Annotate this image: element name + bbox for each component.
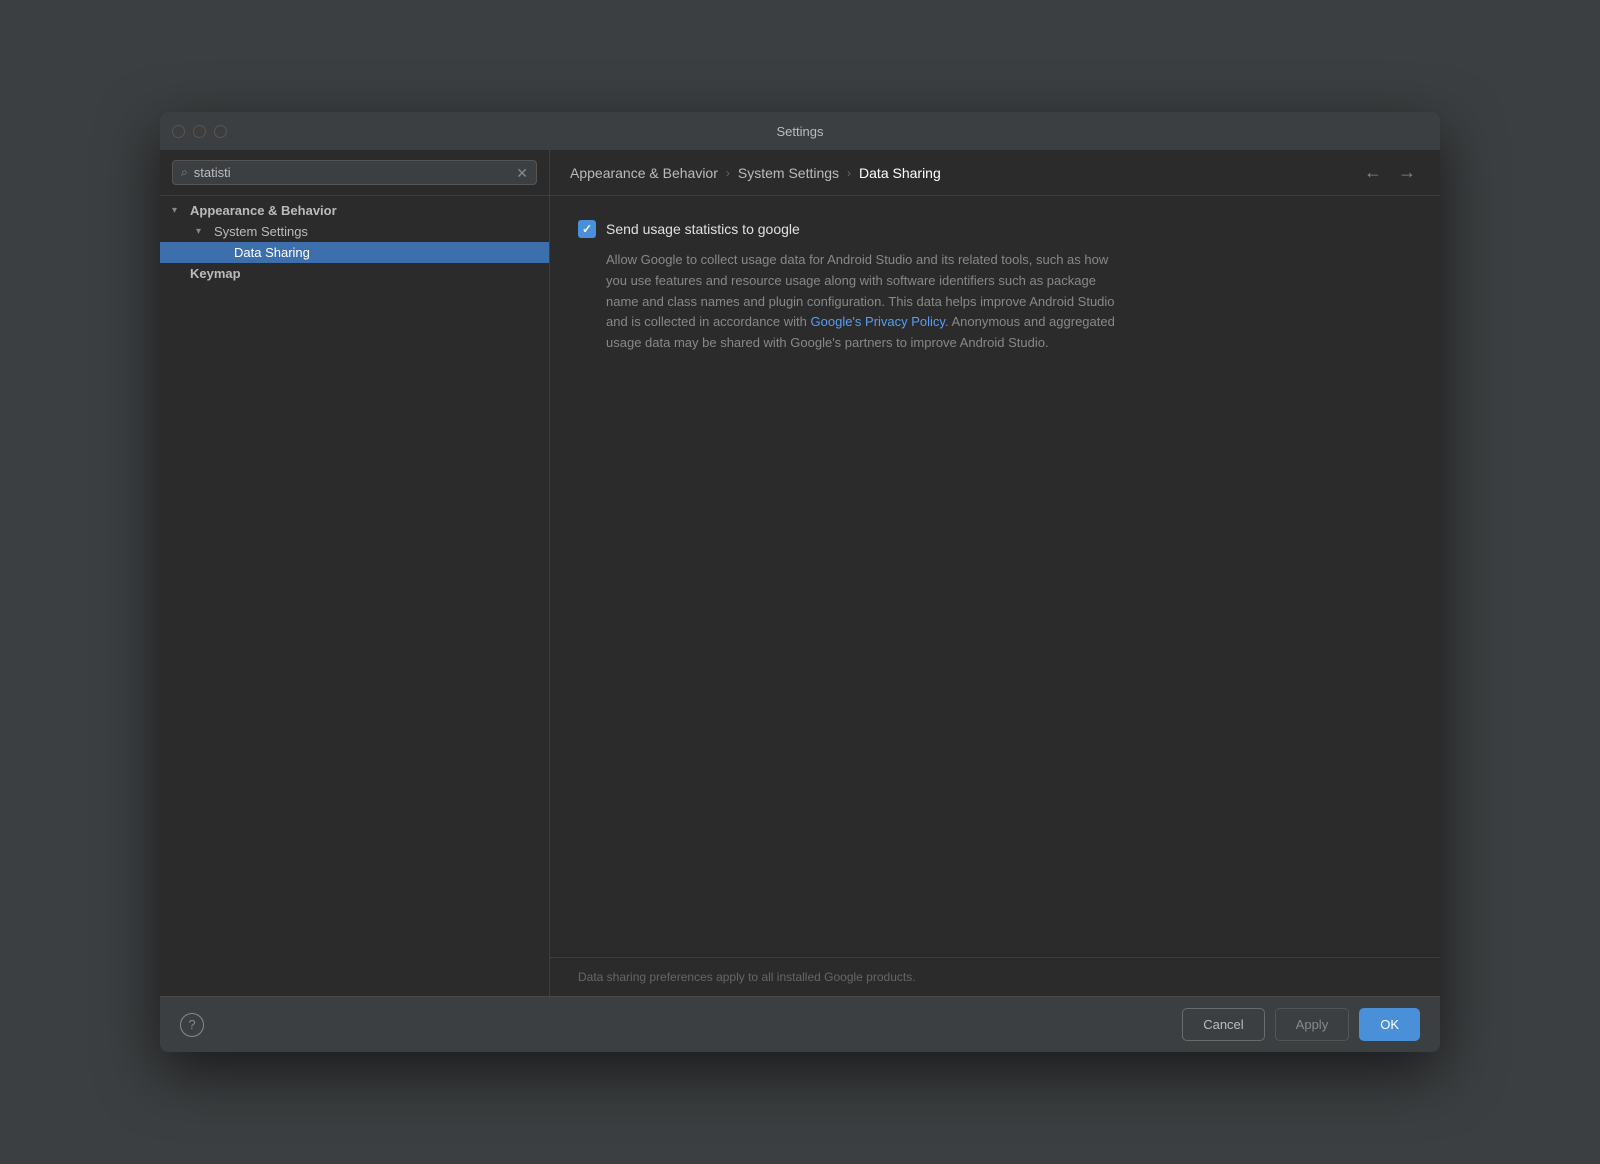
sidebar-item-label: Keymap — [190, 266, 241, 281]
sidebar-item-appearance-behavior[interactable]: ▾ Appearance & Behavior — [160, 200, 549, 221]
arrow-spacer: ▸ — [172, 268, 186, 279]
settings-dialog: Settings ⌕ ✕ ▾ Appearance & Behavior — [160, 112, 1440, 1052]
ok-button[interactable]: OK — [1359, 1008, 1420, 1041]
breadcrumb-item-appearance[interactable]: Appearance & Behavior — [570, 165, 718, 181]
maximize-button[interactable] — [214, 125, 227, 138]
sidebar-item-keymap[interactable]: ▸ Keymap — [160, 263, 549, 284]
title-bar: Settings — [160, 112, 1440, 150]
usage-statistics-row: ✓ Send usage statistics to google — [578, 220, 1412, 238]
breadcrumb: Appearance & Behavior › System Settings … — [570, 165, 941, 181]
sidebar-item-system-settings[interactable]: ▾ System Settings — [160, 221, 549, 242]
breadcrumb-item-system[interactable]: System Settings — [738, 165, 839, 181]
search-input[interactable] — [194, 165, 511, 180]
sidebar-item-data-sharing[interactable]: ▸ Data Sharing — [160, 242, 549, 263]
bottom-bar: ? Cancel Apply OK — [160, 996, 1440, 1052]
usage-statistics-checkbox[interactable]: ✓ — [578, 220, 596, 238]
footer-note-text: Data sharing preferences apply to all in… — [578, 970, 916, 984]
breadcrumb-back-button[interactable]: ← — [1360, 162, 1386, 183]
footer-note: Data sharing preferences apply to all in… — [550, 957, 1440, 996]
sidebar-item-label: Data Sharing — [234, 245, 310, 260]
help-button[interactable]: ? — [180, 1013, 204, 1037]
close-button[interactable] — [172, 125, 185, 138]
window-title: Settings — [777, 124, 824, 139]
privacy-policy-link[interactable]: Google's Privacy Policy — [811, 314, 945, 329]
breadcrumb-separator: › — [726, 166, 730, 180]
action-buttons: Cancel Apply OK — [1182, 1008, 1420, 1041]
sidebar-item-label: Appearance & Behavior — [190, 203, 337, 218]
sidebar: ⌕ ✕ ▾ Appearance & Behavior ▾ System Set… — [160, 150, 550, 996]
content-area: ⌕ ✕ ▾ Appearance & Behavior ▾ System Set… — [160, 150, 1440, 996]
breadcrumb-item-data-sharing: Data Sharing — [859, 165, 941, 181]
search-icon: ⌕ — [181, 165, 188, 180]
cancel-button[interactable]: Cancel — [1182, 1008, 1264, 1041]
breadcrumb-bar: Appearance & Behavior › System Settings … — [550, 150, 1440, 196]
breadcrumb-separator: › — [847, 166, 851, 180]
settings-content: ✓ Send usage statistics to google Allow … — [550, 196, 1440, 957]
arrow-icon: ▾ — [172, 205, 186, 216]
usage-statistics-label: Send usage statistics to google — [606, 221, 800, 237]
search-box: ⌕ ✕ — [172, 160, 537, 185]
traffic-lights — [172, 125, 227, 138]
search-clear-icon[interactable]: ✕ — [516, 166, 528, 180]
breadcrumb-nav: ← → — [1360, 162, 1420, 183]
description-text: Allow Google to collect usage data for A… — [606, 250, 1126, 354]
minimize-button[interactable] — [193, 125, 206, 138]
breadcrumb-forward-button[interactable]: → — [1394, 162, 1420, 183]
main-panel: Appearance & Behavior › System Settings … — [550, 150, 1440, 996]
search-container: ⌕ ✕ — [160, 150, 549, 196]
arrow-spacer: ▸ — [216, 247, 230, 258]
checkmark-icon: ✓ — [582, 222, 592, 236]
arrow-icon: ▾ — [196, 226, 210, 237]
sidebar-item-label: System Settings — [214, 224, 308, 239]
apply-button[interactable]: Apply — [1275, 1008, 1350, 1041]
nav-tree: ▾ Appearance & Behavior ▾ System Setting… — [160, 196, 549, 996]
